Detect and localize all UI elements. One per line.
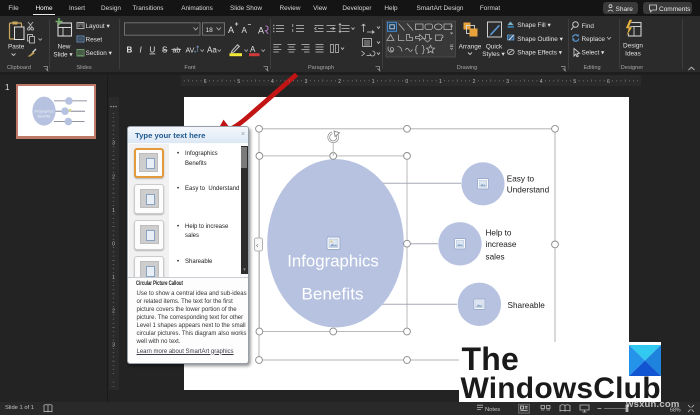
svg-text:Notes: Notes	[485, 407, 500, 413]
svg-text:2: 2	[112, 309, 115, 315]
svg-text:Infographics: Infographics	[287, 252, 379, 271]
svg-text:Infographics: Infographics	[34, 110, 53, 114]
svg-text:3: 3	[112, 342, 115, 348]
svg-text:6: 6	[204, 79, 207, 85]
svg-text:increase: increase	[486, 240, 517, 249]
svg-text:3: 3	[305, 79, 308, 85]
svg-text:Help to: Help to	[486, 228, 512, 237]
svg-text:Easy to: Easy to	[507, 174, 535, 183]
svg-text:4: 4	[540, 79, 543, 85]
svg-text:2: 2	[473, 79, 476, 85]
svg-text:1: 1	[112, 208, 115, 214]
svg-text:sales: sales	[486, 252, 505, 261]
svg-text:Benefits: Benefits	[302, 285, 364, 304]
svg-text:6: 6	[607, 79, 610, 85]
svg-text:Benefits: Benefits	[38, 115, 51, 119]
svg-text:Understand: Understand	[507, 186, 550, 195]
svg-text:3: 3	[506, 79, 509, 85]
svg-text:1: 1	[439, 79, 442, 85]
svg-text:Shareable: Shareable	[508, 301, 546, 310]
svg-text:0: 0	[405, 79, 408, 85]
svg-text:1: 1	[112, 275, 115, 281]
svg-text:3: 3	[112, 141, 115, 147]
svg-text:4: 4	[271, 79, 274, 85]
svg-text:5: 5	[573, 79, 576, 85]
svg-text:2: 2	[112, 174, 115, 180]
svg-text:0: 0	[112, 242, 115, 248]
svg-text:2: 2	[338, 79, 341, 85]
svg-text:1: 1	[372, 79, 375, 85]
svg-text:5: 5	[237, 79, 240, 85]
